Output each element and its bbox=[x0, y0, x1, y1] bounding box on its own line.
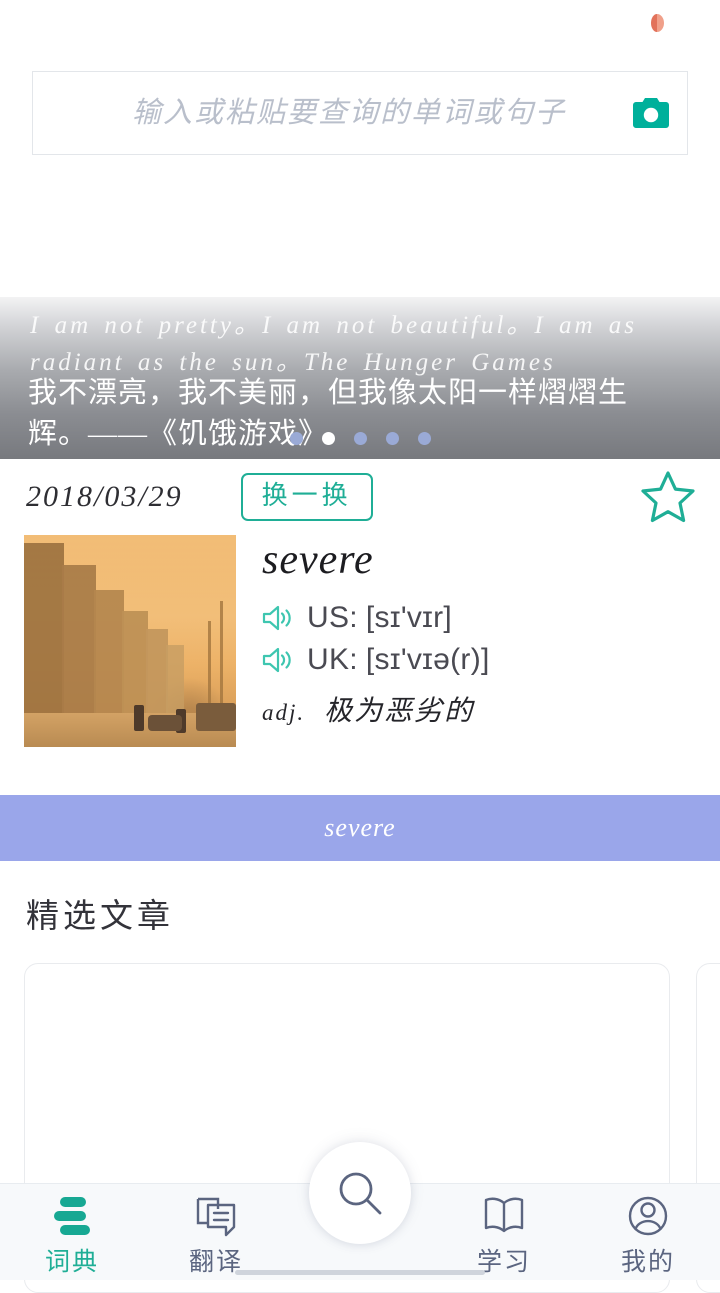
favorite-button[interactable] bbox=[640, 470, 696, 524]
nav-item-translate[interactable]: 翻译 bbox=[144, 1184, 288, 1278]
thumbnail-car bbox=[148, 715, 182, 731]
pronunciation-uk-ipa: [sɪ'vɪə(r)] bbox=[365, 643, 490, 676]
speaker-icon bbox=[262, 647, 291, 673]
carousel-dot[interactable] bbox=[289, 432, 303, 445]
speaker-icon bbox=[262, 605, 291, 631]
word-headword: severe bbox=[262, 537, 374, 583]
nav-item-profile[interactable]: 我的 bbox=[576, 1184, 720, 1278]
word-definition: 极为恶劣的 bbox=[324, 696, 475, 727]
quote-english: I am not pretty。I am not beautiful。I am … bbox=[30, 312, 638, 376]
home-indicator bbox=[235, 1270, 485, 1275]
pronunciation-uk-label: UK: bbox=[307, 643, 358, 676]
word-of-the-day-card: 2018/03/29 换一换 severe US: [sɪ'vɪr] UK: [… bbox=[0, 459, 720, 747]
pronunciation-us-label: US: bbox=[307, 601, 358, 634]
word-info: severe US: [sɪ'vɪr] UK: [sɪ'vɪə(r)] adj.… bbox=[236, 535, 490, 747]
star-outline-icon bbox=[641, 471, 695, 523]
word-promo-banner[interactable]: severe bbox=[0, 795, 720, 861]
thumbnail-truck bbox=[196, 703, 236, 731]
carousel-dot[interactable] bbox=[417, 432, 431, 445]
word-definition-row: adj. 极为恶劣的 bbox=[262, 689, 490, 729]
camera-icon bbox=[633, 98, 669, 128]
search-section bbox=[0, 46, 720, 155]
word-thumbnail-image[interactable] bbox=[24, 535, 236, 747]
search-icon bbox=[339, 1172, 382, 1215]
carousel-dot[interactable] bbox=[385, 432, 399, 445]
pronunciation-us-ipa: [sɪ'vɪr] bbox=[365, 601, 453, 634]
nav-label-study: 学习 bbox=[476, 1249, 531, 1276]
nav-item-study[interactable]: 学习 bbox=[432, 1184, 576, 1278]
dictionary-icon bbox=[54, 1197, 90, 1235]
search-fab-button[interactable] bbox=[309, 1142, 411, 1244]
featured-articles-title: 精选文章 bbox=[26, 899, 174, 935]
nav-label-dictionary: 词典 bbox=[44, 1249, 99, 1276]
word-card-body: severe US: [sɪ'vɪr] UK: [sɪ'vɪə(r)] adj.… bbox=[0, 535, 720, 747]
pronunciation-us[interactable]: US: [sɪ'vɪr] bbox=[262, 601, 490, 635]
thumbnail-figure bbox=[134, 705, 144, 731]
search-bar[interactable] bbox=[32, 71, 688, 155]
pronunciation-uk[interactable]: UK: [sɪ'vɪə(r)] bbox=[262, 643, 490, 677]
camera-button[interactable] bbox=[615, 98, 687, 128]
part-of-speech: adj. bbox=[262, 700, 306, 725]
book-icon bbox=[484, 1197, 524, 1233]
word-date: 2018/03/29 bbox=[26, 480, 183, 513]
refresh-word-button[interactable]: 换一换 bbox=[240, 472, 373, 522]
status-bar bbox=[0, 0, 720, 46]
carousel-dot[interactable] bbox=[353, 432, 367, 445]
profile-icon bbox=[628, 1196, 668, 1236]
word-card-header: 2018/03/29 换一换 bbox=[0, 459, 720, 535]
nav-label-profile: 我的 bbox=[620, 1249, 675, 1276]
thumbnail-pole bbox=[220, 601, 223, 711]
search-input[interactable] bbox=[33, 96, 615, 130]
translate-icon bbox=[196, 1197, 236, 1237]
thumbnail-pole bbox=[208, 621, 211, 711]
carousel-dot-active[interactable] bbox=[321, 432, 335, 445]
word-promo-banner-text: severe bbox=[324, 813, 396, 842]
carousel-dots bbox=[0, 432, 720, 445]
half-filled-circle-icon bbox=[651, 14, 664, 32]
nav-item-dictionary[interactable]: 词典 bbox=[0, 1184, 144, 1278]
quote-banner[interactable]: I am not pretty。I am not beautiful。I am … bbox=[0, 297, 720, 459]
